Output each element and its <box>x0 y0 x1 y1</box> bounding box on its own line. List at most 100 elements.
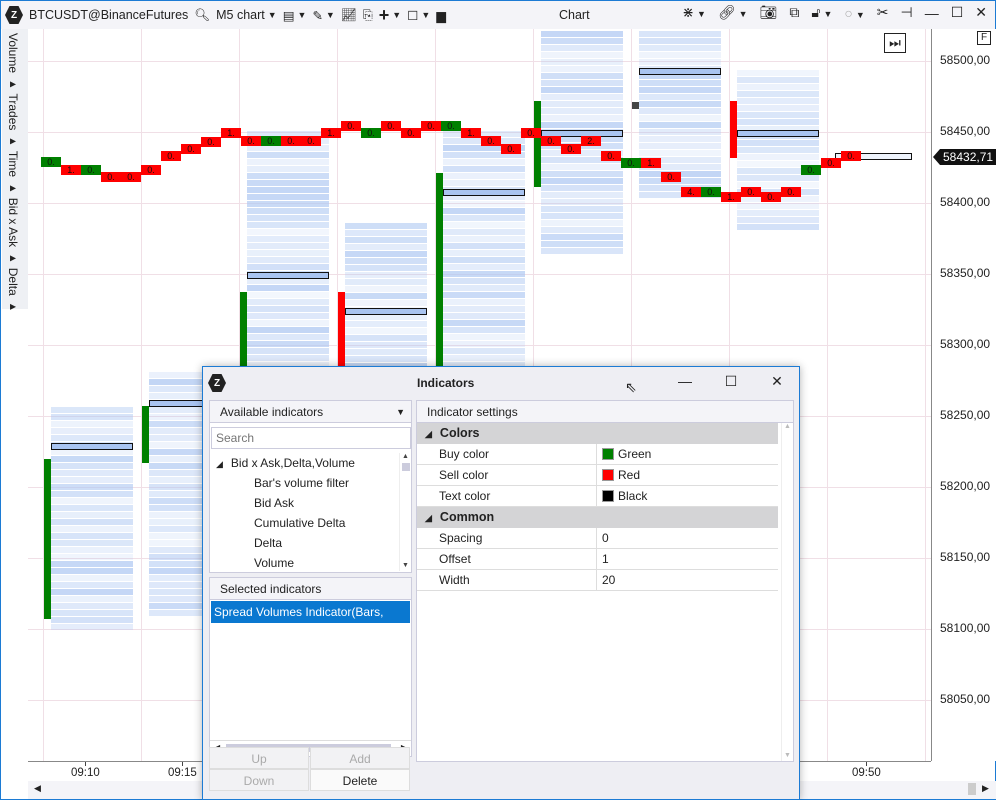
tree-item[interactable]: Volume <box>210 553 398 573</box>
crosshair-icon[interactable]: + ▼ <box>379 4 401 26</box>
circle-icon[interactable]: ○ ▼ <box>844 5 864 21</box>
property-row[interactable]: Width 20 <box>417 570 778 591</box>
profile-row <box>541 241 623 248</box>
camera-icon[interactable]: 📷︎ <box>760 4 778 21</box>
maximize-button[interactable]: ☐ <box>951 4 964 21</box>
property-row[interactable]: Spacing 0 <box>417 528 778 549</box>
candle-doji <box>632 102 639 110</box>
profile-row <box>443 354 525 361</box>
category-colors[interactable]: ◢ Colors <box>417 423 778 444</box>
chevron-down-icon: ▼ <box>267 10 277 20</box>
scroll-thumb[interactable] <box>968 783 976 795</box>
scroll-left-icon[interactable]: ◀ <box>34 783 41 794</box>
profile-row <box>737 111 819 118</box>
grid-line-v <box>141 29 142 761</box>
selected-indicator-item[interactable]: Spread Volumes Indicator(Bars, True) <box>211 601 410 641</box>
tools-icon[interactable]: ✂ <box>877 4 889 21</box>
profile-row <box>443 333 525 340</box>
profile-row <box>247 319 329 326</box>
price-label: 58300,00 <box>940 337 991 351</box>
profile-row <box>51 428 133 435</box>
timeframe-dropdown[interactable]: M5 chart ▼ <box>216 4 277 26</box>
dom-icon[interactable]: ▆ <box>436 4 446 26</box>
property-value[interactable]: Black <box>597 486 647 506</box>
property-value[interactable]: 1 <box>597 549 609 569</box>
add-button[interactable]: Add <box>310 747 410 769</box>
profile-row <box>51 505 133 512</box>
minimize-button[interactable]: — <box>925 5 939 21</box>
profile-row <box>51 435 133 442</box>
profile-row <box>51 596 133 603</box>
template-icon[interactable]: ▤ ▼ <box>283 4 307 26</box>
search-icon[interactable]: 🔍︎ <box>194 4 210 26</box>
lock-icon[interactable]: 🔓︎ ▼ <box>811 4 832 21</box>
profile-row <box>639 59 721 66</box>
link-icon[interactable]: 🔗︎ ▼ <box>718 4 748 21</box>
profile-row <box>443 200 525 207</box>
dialog-close-button[interactable]: ✕ <box>767 373 787 390</box>
collapse-icon[interactable]: ◢ <box>216 459 223 469</box>
property-key: Width <box>417 570 597 590</box>
scroll-to-end-icon[interactable]: ⏭ <box>884 33 906 53</box>
property-value-text: Green <box>618 446 652 461</box>
f-button[interactable]: F <box>977 31 991 45</box>
tree-scrollbar[interactable]: ▲ ▼ <box>399 453 411 571</box>
property-row[interactable]: Offset 1 <box>417 549 778 570</box>
property-value[interactable]: 0 <box>597 528 609 548</box>
profile-row <box>541 234 623 241</box>
dialog-maximize-button[interactable]: ☐ <box>721 373 741 390</box>
profile-row <box>639 52 721 59</box>
property-row[interactable]: Buy color Green <box>417 444 778 465</box>
pin-icon[interactable]: ⊣ <box>901 4 913 21</box>
profile-row <box>541 59 623 66</box>
profile-row <box>443 312 525 319</box>
profile-row <box>345 348 427 355</box>
timeframe-label: M5 chart <box>216 8 265 22</box>
property-row[interactable]: Sell color Red <box>417 465 778 486</box>
chart-type-sidebar[interactable]: Volume ▸ Trades ▸ Time ▸ Bid x Ask ▸ Del… <box>2 29 28 313</box>
copy-icon[interactable]: ⧉ <box>789 4 799 21</box>
pencil-icon[interactable]: ✎ ▼ <box>312 4 334 26</box>
profile-row <box>247 284 329 291</box>
symbol-selector[interactable]: BTCUSDT@BinanceFutures <box>29 4 188 26</box>
scroll-right-icon[interactable]: ▶ <box>982 783 989 794</box>
scroll-icon[interactable]: ⎘ <box>363 4 373 26</box>
property-row[interactable]: Text color Black <box>417 486 778 507</box>
dialog-titlebar[interactable]: Z Indicators ⇖ — ☐ ✕ <box>203 367 799 399</box>
settings-scrollbar[interactable]: ▲ ▼ <box>781 423 793 761</box>
close-button[interactable]: ✕ <box>975 4 987 21</box>
collapse-icon[interactable]: ◢ <box>425 429 432 439</box>
profile-row <box>639 80 721 87</box>
grid-line-v <box>43 29 44 761</box>
property-value[interactable]: Green <box>597 444 651 464</box>
profile-row <box>541 94 623 101</box>
up-button[interactable]: Up <box>209 747 309 769</box>
property-value[interactable]: 20 <box>597 570 615 590</box>
delete-button[interactable]: Delete <box>310 769 410 791</box>
profile-row <box>51 498 133 505</box>
dialog-title: Indicators <box>417 376 475 390</box>
tree-item[interactable]: Bid Ask <box>210 493 398 513</box>
category-common[interactable]: ◢ Common <box>417 507 778 528</box>
profile-row <box>443 165 525 172</box>
layout-icon[interactable]: ☐ ▼ <box>407 4 430 26</box>
profile-row <box>247 340 329 347</box>
available-indicators-dropdown[interactable]: Available indicators ▼ <box>210 401 411 423</box>
dialog-minimize-button[interactable]: — <box>675 373 695 389</box>
indicators-icon[interactable]: 📈︎ <box>341 4 357 26</box>
collapse-icon[interactable]: ◢ <box>425 513 432 523</box>
profile-row <box>443 172 525 179</box>
price-label: 58100,00 <box>940 621 991 635</box>
tree-item[interactable]: Cumulative Delta <box>210 513 398 533</box>
price-axis[interactable]: 58500,00 58450,00 58400,00 58350,00 58300,00… <box>931 29 996 761</box>
tree-group[interactable]: ◢ Bid x Ask,Delta,Volume <box>210 453 398 473</box>
tree-item[interactable]: Delta <box>210 533 398 553</box>
candle-buy <box>142 406 149 463</box>
profile-row <box>247 354 329 361</box>
down-button[interactable]: Down <box>209 769 309 791</box>
search-input[interactable] <box>211 427 411 449</box>
property-value[interactable]: Red <box>597 465 640 485</box>
tree-item[interactable]: Bar's volume filter <box>210 473 398 493</box>
profile-row <box>639 108 721 115</box>
cross-icon[interactable]: ⋇ ▼ <box>682 4 706 21</box>
